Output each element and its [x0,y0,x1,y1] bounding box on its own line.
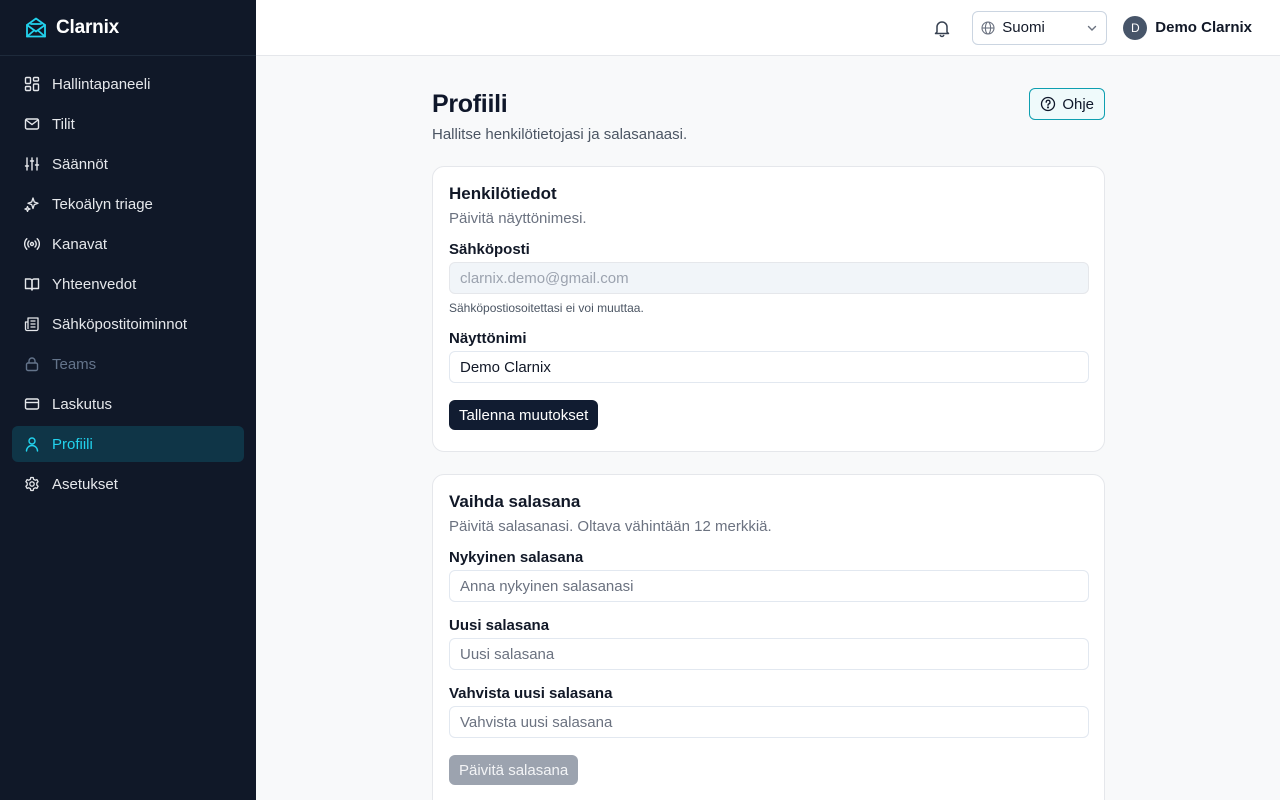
page-title: Profiili [432,90,508,118]
sidebar-item-label: Kanavat [52,235,108,253]
page-header: Profiili Hallitse henkilötietojasi ja sa… [432,56,1105,166]
sidebar-nav: Hallintapaneeli Tilit Säännöt Tekoälyn t… [0,56,256,516]
display-name-label: Näyttönimi [449,330,527,347]
sidebar-item-label: Asetukset [52,475,118,493]
sidebar: Clarnix Hallintapaneeli Tilit Säännöt Te… [0,0,256,800]
user-menu[interactable]: D Demo Clarnix [1123,15,1252,40]
email-field[interactable] [449,262,1089,294]
user-name: Demo Clarnix [1155,19,1252,36]
save-changes-button[interactable]: Tallenna muutokset [449,400,599,430]
new-password-field[interactable] [449,638,1089,670]
current-password-field[interactable] [449,570,1089,602]
sidebar-item-profiili[interactable]: Profiili [12,426,244,462]
sparkles-icon [24,196,40,212]
card-description: Päivitä näyttönimesi. [449,210,587,227]
sidebar-item-label: Hallintapaneeli [52,75,151,93]
sidebar-item-sahkopostitoiminnot[interactable]: Sähköpostitoiminnot [12,306,244,342]
language-value: Suomi [1002,19,1045,36]
user-icon [24,436,40,452]
top-header: Suomi D Demo Clarnix [256,0,1280,56]
language-select[interactable]: Suomi [972,10,1108,45]
app-name: Clarnix [56,16,120,38]
sidebar-item-label: Säännöt [52,155,108,173]
update-password-button[interactable]: Päivitä salasana [449,755,579,785]
card-description: Päivitä salasanasi. Oltava vähintään 12 … [449,518,772,535]
radio-icon [24,236,40,252]
chevron-down-icon [1086,22,1098,34]
help-label: Ohje [1062,95,1094,113]
sidebar-item-asetukset[interactable]: Asetukset [12,466,244,502]
sidebar-item-tekoalyn-triage[interactable]: Tekoälyn triage [12,186,244,222]
page-subtitle: Hallitse henkilötietojasi ja salasanaasi… [432,126,688,143]
confirm-password-field[interactable] [449,706,1089,738]
avatar: D [1123,15,1148,40]
book-icon [24,276,40,292]
mail-icon [24,116,40,132]
sidebar-item-label: Laskutus [52,395,113,413]
help-circle-icon [1040,96,1056,112]
sidebar-item-hallintapaneeli[interactable]: Hallintapaneeli [12,66,244,102]
new-password-label: Uusi salasana [449,617,550,634]
sidebar-item-saannot[interactable]: Säännöt [12,146,244,182]
card-title: Henkilötiedot [449,184,557,203]
sidebar-item-tilit[interactable]: Tilit [12,106,244,142]
current-password-label: Nykyinen salasana [449,549,584,566]
email-label: Sähköposti [449,241,530,258]
main-content: Profiili Hallitse henkilötietojasi ja sa… [432,56,1105,800]
personal-info-card: Henkilötiedot Päivitä näyttönimesi. Sähk… [432,166,1105,452]
lock-icon [24,356,40,372]
sidebar-item-yhteenvedot[interactable]: Yhteenvedot [12,266,244,302]
envelope-logo-icon [24,16,48,40]
sidebar-item-label: Yhteenvedot [52,275,137,293]
bell-icon[interactable] [932,18,952,38]
newspaper-icon [24,316,40,332]
sidebar-item-kanavat[interactable]: Kanavat [12,226,244,262]
brand[interactable]: Clarnix [0,0,256,56]
help-button[interactable]: Ohje [1029,88,1105,120]
dashboard-icon [24,76,40,92]
sidebar-item-label: Sähköpostitoiminnot [52,315,188,333]
credit-card-icon [24,396,40,412]
sidebar-item-label: Tilit [52,115,75,133]
sidebar-item-label: Tekoälyn triage [52,195,153,213]
card-title: Vaihda salasana [449,492,581,511]
display-name-field[interactable] [449,351,1089,383]
sidebar-item-teams[interactable]: Teams [12,346,244,382]
confirm-password-label: Vahvista uusi salasana [449,685,613,702]
email-hint: Sähköpostiosoitettasi ei voi muuttaa. [449,301,644,315]
sidebar-item-label: Teams [52,355,97,373]
gear-icon [24,476,40,492]
sidebar-item-laskutus[interactable]: Laskutus [12,386,244,422]
sliders-icon [24,156,40,172]
sidebar-item-label: Profiili [52,435,93,453]
globe-icon [981,20,995,35]
change-password-card: Vaihda salasana Päivitä salasanasi. Olta… [432,474,1105,800]
